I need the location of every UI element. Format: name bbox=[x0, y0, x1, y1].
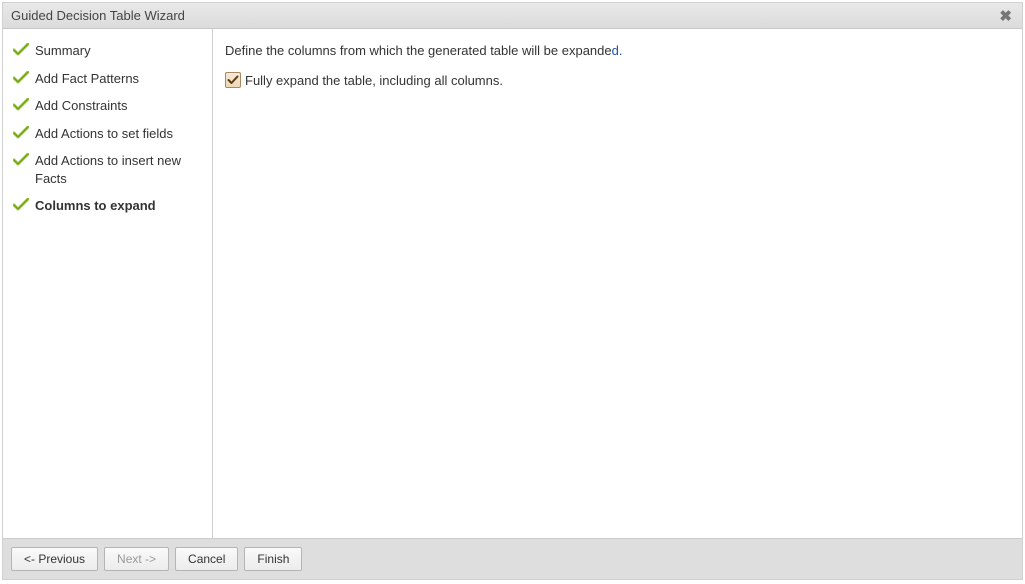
check-icon bbox=[13, 153, 29, 167]
wizard-step-columns-to-expand[interactable]: Columns to expand bbox=[13, 192, 204, 220]
check-icon bbox=[13, 43, 29, 57]
wizard-step-add-actions-set-fields[interactable]: Add Actions to set fields bbox=[13, 120, 204, 148]
wizard-step-add-actions-insert-facts[interactable]: Add Actions to insert new Facts bbox=[13, 147, 204, 192]
check-icon bbox=[13, 71, 29, 85]
wizard-dialog: Guided Decision Table Wizard ✖ Summary A… bbox=[2, 2, 1023, 580]
dialog-body: Summary Add Fact Patterns Add Constraint… bbox=[3, 29, 1022, 538]
titlebar: Guided Decision Table Wizard ✖ bbox=[3, 3, 1022, 29]
wizard-footer: <- Previous Next -> Cancel Finish bbox=[3, 538, 1022, 579]
wizard-step-label: Columns to expand bbox=[35, 197, 156, 215]
wizard-step-add-fact-patterns[interactable]: Add Fact Patterns bbox=[13, 65, 204, 93]
wizard-step-summary[interactable]: Summary bbox=[13, 37, 204, 65]
wizard-step-label: Summary bbox=[35, 42, 91, 60]
wizard-step-label: Add Actions to insert new Facts bbox=[35, 152, 204, 187]
step-description-text: Define the columns from which the genera… bbox=[225, 43, 612, 58]
fully-expand-checkbox[interactable] bbox=[225, 72, 241, 88]
check-icon bbox=[13, 98, 29, 112]
cancel-button[interactable]: Cancel bbox=[175, 547, 238, 571]
close-icon[interactable]: ✖ bbox=[997, 7, 1014, 25]
fully-expand-label: Fully expand the table, including all co… bbox=[245, 73, 503, 88]
next-button[interactable]: Next -> bbox=[104, 547, 169, 571]
step-description: Define the columns from which the genera… bbox=[225, 43, 1010, 58]
check-icon bbox=[13, 198, 29, 212]
fully-expand-row: Fully expand the table, including all co… bbox=[225, 72, 1010, 88]
wizard-step-add-constraints[interactable]: Add Constraints bbox=[13, 92, 204, 120]
dialog-title: Guided Decision Table Wizard bbox=[11, 8, 185, 23]
step-description-punct: d. bbox=[612, 43, 623, 58]
wizard-step-label: Add Fact Patterns bbox=[35, 70, 139, 88]
wizard-content: Define the columns from which the genera… bbox=[213, 29, 1022, 538]
wizard-step-label: Add Constraints bbox=[35, 97, 128, 115]
wizard-step-label: Add Actions to set fields bbox=[35, 125, 173, 143]
wizard-steps-sidebar: Summary Add Fact Patterns Add Constraint… bbox=[3, 29, 213, 538]
finish-button[interactable]: Finish bbox=[244, 547, 302, 571]
previous-button[interactable]: <- Previous bbox=[11, 547, 98, 571]
check-icon bbox=[13, 126, 29, 140]
